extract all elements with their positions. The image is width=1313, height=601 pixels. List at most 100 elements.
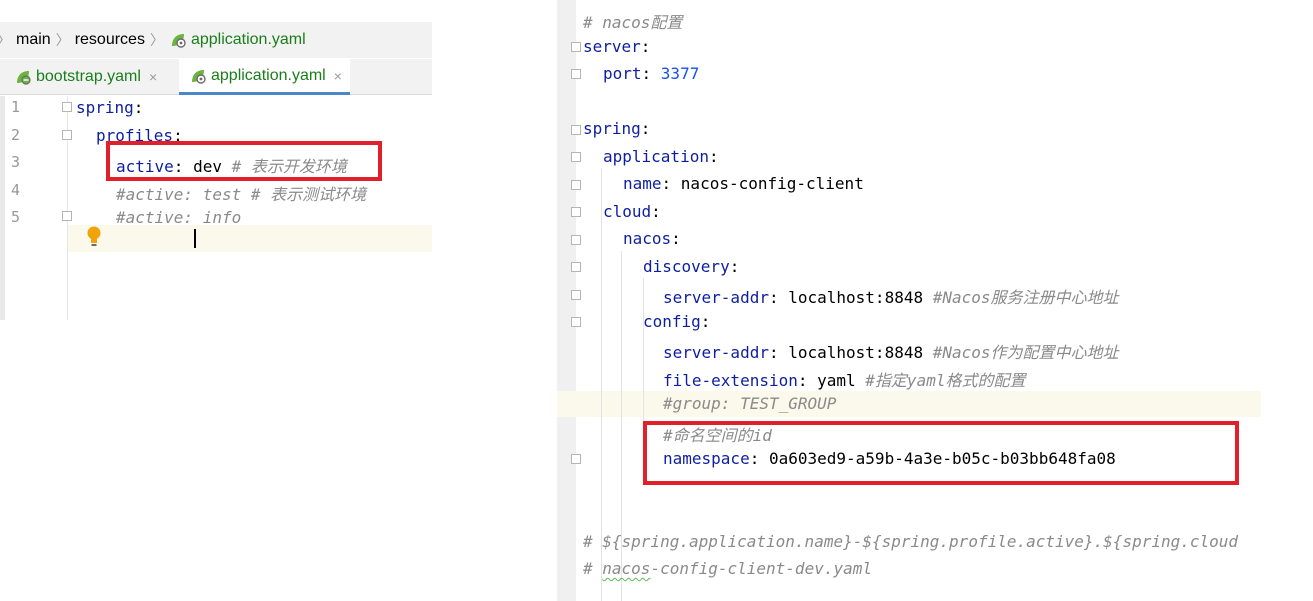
code-line[interactable]: config: xyxy=(643,312,710,331)
code-line[interactable]: name: nacos-config-client xyxy=(623,174,864,193)
yaml-comment: info xyxy=(193,208,242,227)
yaml-key: spring xyxy=(76,98,134,117)
code-line[interactable]: cloud: xyxy=(603,202,661,221)
yaml-colon: : xyxy=(768,288,789,307)
yaml-comment: #Nacos服务注册中心地址 xyxy=(932,288,1119,307)
yaml-key: nacos xyxy=(623,229,672,248)
close-icon[interactable]: × xyxy=(334,68,342,84)
breadcrumb-separator: 〉 xyxy=(0,30,11,50)
yaml-comment: #指定yaml格式的配置 xyxy=(865,371,1026,390)
yaml-key: server-addr xyxy=(663,288,769,307)
breadcrumb: 〉 main 〉 resources 〉 application.yaml xyxy=(0,22,432,58)
line-number: 4 xyxy=(11,181,21,199)
breadcrumb-item-main[interactable]: main xyxy=(16,31,51,49)
breadcrumb-separator: 〉 xyxy=(55,32,70,48)
right-editor-panel: # nacos配置 server: port: 3377 spring: app… xyxy=(557,0,1261,601)
code-line[interactable]: port: 3377 xyxy=(603,64,699,83)
tab-label: bootstrap.yaml xyxy=(36,68,141,85)
code-line[interactable]: spring: xyxy=(583,119,650,138)
gutter-edge xyxy=(557,0,576,601)
yaml-value: nacos-config-client xyxy=(680,174,864,193)
yaml-key: server xyxy=(583,37,641,56)
breadcrumb-file-label: application.yaml xyxy=(190,31,306,48)
yaml-colon: : xyxy=(640,119,651,138)
yaml-key: application xyxy=(603,147,709,166)
fold-end-icon[interactable] xyxy=(571,69,581,79)
yaml-value: localhost:8848 xyxy=(788,288,933,307)
fold-toggle-icon[interactable] xyxy=(571,262,581,272)
close-icon[interactable]: × xyxy=(149,69,157,85)
fold-toggle-icon[interactable] xyxy=(571,125,581,135)
spring-leaf-icon xyxy=(171,34,186,48)
fold-toggle-icon[interactable] xyxy=(571,207,581,217)
code-line[interactable]: # ${spring.application.name}-${spring.pr… xyxy=(583,532,1238,551)
code-line[interactable]: server-addr: localhost:8848 #Nacos作为配置中心… xyxy=(663,339,1119,363)
fold-toggle-icon[interactable] xyxy=(571,235,581,245)
yaml-key: file-extension xyxy=(663,371,798,390)
yaml-colon: : xyxy=(671,229,681,248)
yaml-colon: : xyxy=(700,312,711,331)
yaml-value: localhost:8848 xyxy=(788,343,933,362)
code-line[interactable]: file-extension: yaml #指定yaml格式的配置 xyxy=(663,367,1025,391)
yaml-colon: : xyxy=(640,37,651,56)
code-line[interactable]: discovery: xyxy=(643,257,739,276)
fold-toggle-icon[interactable] xyxy=(62,102,72,112)
highlight-box xyxy=(643,421,1239,485)
breadcrumb-separator: 〉 xyxy=(149,32,164,48)
yaml-colon: : xyxy=(661,174,681,193)
line-number: 3 xyxy=(11,153,21,171)
fold-end-icon[interactable] xyxy=(571,454,581,464)
breadcrumb-item-application-yaml[interactable]: application.yaml xyxy=(169,31,306,49)
code-line[interactable]: nacos: xyxy=(623,229,681,248)
yaml-colon: : xyxy=(797,371,818,390)
tab-bootstrap-yaml[interactable]: bootstrap.yaml × xyxy=(14,59,157,95)
breadcrumb-item-resources[interactable]: resources xyxy=(75,31,145,49)
yaml-colon: : xyxy=(651,202,661,221)
code-line[interactable]: application: xyxy=(603,147,719,166)
code-line[interactable]: server-addr: localhost:8848 #Nacos服务注册中心… xyxy=(663,284,1119,308)
highlight-box xyxy=(106,141,382,181)
yaml-comment: nacos xyxy=(602,559,651,578)
yaml-comment: #active: test # 表示测试环境 xyxy=(116,185,367,204)
yaml-comment: -config-client-dev.yaml xyxy=(650,559,872,578)
spring-leaf-icon xyxy=(192,69,206,84)
spring-leaf-icon xyxy=(17,71,31,85)
yaml-comment: # nacos配置 xyxy=(583,13,683,32)
yaml-comment: # ${spring.application.name}-${spring.pr… xyxy=(583,532,1239,551)
code-line[interactable]: # nacos-config-client-dev.yaml xyxy=(583,559,872,578)
tab-label: application.yaml xyxy=(211,66,326,84)
yaml-colon: : xyxy=(133,98,144,117)
lightbulb-icon[interactable] xyxy=(86,225,102,247)
yaml-value: yaml xyxy=(817,371,866,390)
yaml-key: port xyxy=(603,64,642,83)
fold-end-icon[interactable] xyxy=(62,211,72,221)
yaml-colon: : xyxy=(708,147,719,166)
yaml-colon: : xyxy=(641,64,661,83)
code-line[interactable]: #group: TEST_GROUP xyxy=(663,394,836,413)
code-line[interactable]: server: xyxy=(583,37,650,56)
yaml-colon: : xyxy=(729,257,740,276)
yaml-comment: #active: xyxy=(116,208,194,227)
fold-toggle-icon[interactable] xyxy=(571,152,581,162)
code-line-4[interactable]: #active: test # 表示测试环境 xyxy=(116,181,366,205)
code-line-5[interactable]: #active: info xyxy=(116,208,241,227)
line-number: 2 xyxy=(11,126,21,144)
yaml-comment: # xyxy=(583,559,603,578)
fold-toggle-icon[interactable] xyxy=(62,130,72,140)
line-number: 1 xyxy=(11,98,21,116)
fold-end-icon[interactable] xyxy=(571,180,581,190)
left-editor-panel: 〉 main 〉 resources 〉 application.yaml bo… xyxy=(0,22,432,320)
gutter-edge xyxy=(0,96,5,320)
code-line-1[interactable]: spring: xyxy=(76,98,143,117)
fold-end-icon[interactable] xyxy=(571,290,581,300)
fold-toggle-icon[interactable] xyxy=(571,317,581,327)
editor-tab-bar: bootstrap.yaml × application.yaml × xyxy=(0,59,432,95)
yaml-key: name xyxy=(623,174,662,193)
code-line[interactable]: # nacos配置 xyxy=(583,9,682,33)
yaml-key: spring xyxy=(583,119,641,138)
text-caret xyxy=(194,229,196,248)
yaml-comment: #Nacos作为配置中心地址 xyxy=(932,343,1119,362)
tab-application-yaml[interactable]: application.yaml × xyxy=(179,59,350,95)
yaml-comment: #group: TEST_GROUP xyxy=(663,394,837,413)
fold-toggle-icon[interactable] xyxy=(571,42,581,52)
